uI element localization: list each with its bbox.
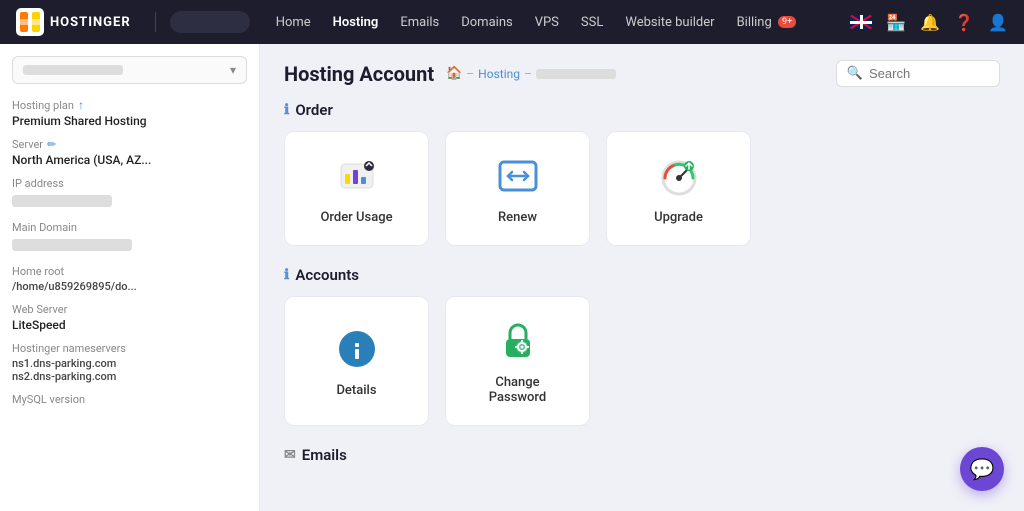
- chat-icon: 💬: [970, 457, 995, 481]
- nameservers-label: Hostinger nameservers: [12, 342, 247, 355]
- breadcrumb-hosting-link[interactable]: Hosting: [478, 67, 520, 81]
- nav-billing[interactable]: Billing 9+: [727, 11, 807, 34]
- search-input[interactable]: [869, 66, 989, 81]
- order-usage-icon: [333, 152, 381, 200]
- renew-card[interactable]: Renew: [445, 131, 590, 246]
- sidebar-server: Server ✏ North America (USA, AZ...: [12, 138, 247, 167]
- accounts-section: ℹ Accounts Details: [284, 266, 1000, 426]
- change-password-label: Change Password: [466, 375, 569, 405]
- change-password-card[interactable]: Change Password: [445, 296, 590, 426]
- page-title: Hosting Account: [284, 62, 434, 86]
- home-root-label: Home root: [12, 265, 247, 278]
- help-icon[interactable]: ❓: [954, 13, 974, 32]
- order-info-icon: ℹ: [284, 102, 289, 118]
- sidebar-web-server: Web Server LiteSpeed: [12, 303, 247, 332]
- server-value: North America (USA, AZ...: [12, 153, 247, 167]
- order-usage-card[interactable]: Order Usage: [284, 131, 429, 246]
- chevron-down-icon: ▾: [230, 63, 236, 77]
- order-cards: Order Usage Renew: [284, 131, 1000, 246]
- upgrade-icon[interactable]: ↑: [78, 98, 84, 112]
- accounts-section-title: ℹ Accounts: [284, 266, 1000, 284]
- edit-server-icon[interactable]: ✏: [47, 138, 56, 151]
- emails-title-text: Emails: [302, 446, 347, 464]
- accounts-cards: Details: [284, 296, 1000, 426]
- emails-section: ✉ Emails: [284, 446, 1000, 464]
- profile-icon[interactable]: 👤: [988, 13, 1008, 32]
- breadcrumb-sep1: –: [466, 67, 474, 81]
- page-header-left: Hosting Account 🏠 – Hosting –: [284, 62, 616, 86]
- details-label: Details: [336, 383, 376, 398]
- emails-section-title: ✉ Emails: [284, 446, 1000, 464]
- order-section: ℹ Order: [284, 101, 1000, 246]
- change-password-icon: [494, 317, 542, 365]
- breadcrumb-sep2: –: [524, 67, 532, 81]
- account-selector[interactable]: [170, 11, 250, 33]
- home-root-value: /home/u859269895/do...: [12, 280, 247, 293]
- logo[interactable]: HOSTINGER: [16, 8, 131, 36]
- upgrade-icon: [655, 152, 703, 200]
- renew-label: Renew: [498, 210, 537, 225]
- breadcrumb-home-icon[interactable]: 🏠: [446, 66, 462, 81]
- language-flag-icon[interactable]: [850, 15, 872, 29]
- store-icon[interactable]: 🏪: [886, 13, 906, 32]
- main-domain-value: [12, 239, 132, 251]
- details-icon: [333, 325, 381, 373]
- ns1-value: ns1.dns-parking.com: [12, 357, 247, 370]
- order-title-text: Order: [295, 101, 333, 119]
- breadcrumb-account: [536, 69, 616, 79]
- order-section-title: ℹ Order: [284, 101, 1000, 119]
- chat-button[interactable]: 💬: [960, 447, 1004, 491]
- upgrade-label: Upgrade: [654, 210, 703, 225]
- account-dropdown-text: [23, 65, 123, 75]
- hosting-plan-label: Hosting plan ↑: [12, 98, 247, 112]
- sidebar-mysql: MySQL version: [12, 393, 247, 408]
- accounts-info-icon: ℹ: [284, 267, 289, 283]
- sidebar-main-domain: Main Domain: [12, 221, 247, 255]
- sidebar-ip: IP address: [12, 177, 247, 211]
- nav-hosting[interactable]: Hosting: [323, 11, 389, 34]
- order-usage-label: Order Usage: [320, 210, 392, 225]
- emails-section-icon: ✉: [284, 447, 296, 463]
- ip-value: [12, 195, 112, 207]
- upgrade-card[interactable]: Upgrade: [606, 131, 751, 246]
- main-domain-label: Main Domain: [12, 221, 247, 234]
- hosting-plan-value: Premium Shared Hosting: [12, 114, 247, 128]
- sidebar-hosting-plan: Hosting plan ↑ Premium Shared Hosting: [12, 98, 247, 128]
- nav-domains[interactable]: Domains: [451, 11, 522, 34]
- web-server-value: LiteSpeed: [12, 318, 247, 332]
- renew-icon: [494, 152, 542, 200]
- breadcrumb: 🏠 – Hosting –: [446, 66, 616, 81]
- nav-divider: [155, 12, 156, 32]
- sidebar: ▾ Hosting plan ↑ Premium Shared Hosting …: [0, 44, 260, 511]
- ip-label: IP address: [12, 177, 247, 190]
- details-card[interactable]: Details: [284, 296, 429, 426]
- nav-website-builder[interactable]: Website builder: [615, 11, 724, 34]
- top-navigation: HOSTINGER Home Hosting Emails Domains VP…: [0, 0, 1024, 44]
- billing-badge: 9+: [778, 16, 796, 28]
- page-layout: ▾ Hosting plan ↑ Premium Shared Hosting …: [0, 44, 1024, 511]
- nav-emails[interactable]: Emails: [390, 11, 449, 34]
- server-label: Server ✏: [12, 138, 247, 151]
- accounts-title-text: Accounts: [295, 266, 359, 284]
- main-content: Hosting Account 🏠 – Hosting – 🔍 ℹ Order: [260, 44, 1024, 511]
- mysql-label: MySQL version: [12, 393, 247, 406]
- nav-ssl[interactable]: SSL: [571, 11, 613, 34]
- logo-text: HOSTINGER: [50, 15, 131, 30]
- nav-vps[interactable]: VPS: [525, 11, 569, 34]
- search-icon: 🔍: [847, 66, 863, 81]
- nav-icons: 🏪 🔔 ❓ 👤: [850, 13, 1008, 32]
- notifications-icon[interactable]: 🔔: [920, 13, 940, 32]
- web-server-label: Web Server: [12, 303, 247, 316]
- search-box[interactable]: 🔍: [836, 60, 1000, 87]
- nav-home[interactable]: Home: [266, 11, 321, 34]
- ns2-value: ns2.dns-parking.com: [12, 370, 247, 383]
- page-header: Hosting Account 🏠 – Hosting – 🔍: [284, 60, 1000, 87]
- account-dropdown[interactable]: ▾: [12, 56, 247, 84]
- sidebar-home-root: Home root /home/u859269895/do...: [12, 265, 247, 293]
- sidebar-nameservers: Hostinger nameservers ns1.dns-parking.co…: [12, 342, 247, 383]
- nav-links: Home Hosting Emails Domains VPS SSL Webs…: [266, 11, 847, 34]
